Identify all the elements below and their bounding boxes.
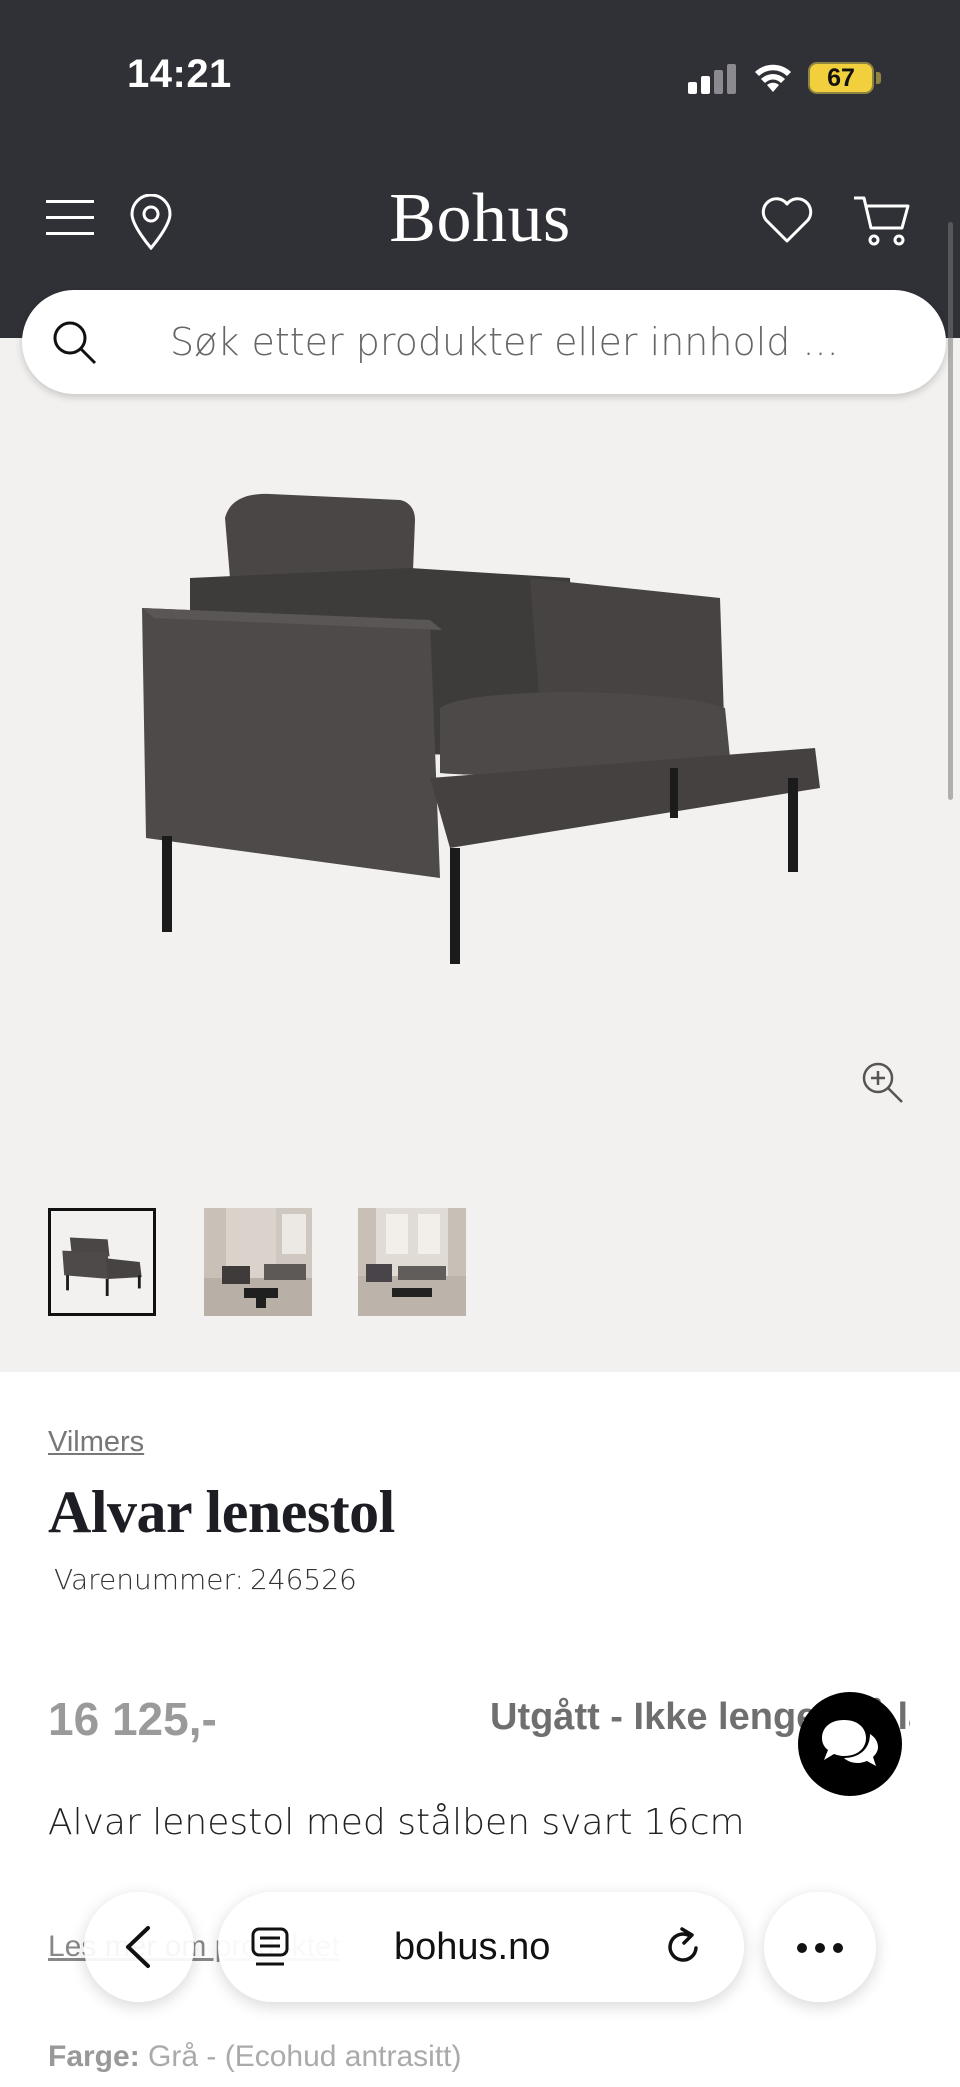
battery-icon: 67 <box>808 62 874 94</box>
search-input[interactable] <box>170 306 910 378</box>
signal-icon <box>688 64 736 94</box>
chevron-left-icon <box>126 1926 150 1968</box>
ellipsis-icon <box>797 1943 843 1953</box>
color-value: Grå - (Ecohud antrasitt) <box>148 2040 462 2073</box>
bohus-logo[interactable]: Bohus <box>378 184 582 254</box>
thumbnail-livingroom-1[interactable] <box>204 1208 312 1316</box>
color-info: Farge: Grå - (Ecohud antrasitt) <box>48 2040 461 2074</box>
search-icon[interactable] <box>50 318 98 366</box>
color-label: Farge: <box>48 2040 140 2073</box>
menu-icon[interactable] <box>46 198 94 238</box>
chat-icon <box>822 1720 878 1766</box>
sku: Varenummer: 246526 <box>48 1563 357 1596</box>
chat-button[interactable] <box>798 1692 902 1796</box>
location-icon[interactable] <box>128 194 174 250</box>
search-bar[interactable] <box>22 290 946 394</box>
wifi-icon <box>755 64 791 92</box>
thumbnail-livingroom-2[interactable] <box>358 1208 466 1316</box>
browser-url[interactable]: bohus.no <box>394 1926 550 1969</box>
sku-label: Varenummer: <box>54 1563 244 1596</box>
product-gallery <box>0 338 960 1372</box>
battery-level: 67 <box>827 64 855 92</box>
product-image[interactable] <box>110 458 840 1058</box>
thumbnail-armchair[interactable] <box>48 1208 156 1316</box>
reload-icon[interactable] <box>662 1926 704 1968</box>
reader-icon[interactable] <box>250 1926 290 1968</box>
status-time: 14:21 <box>127 52 232 96</box>
heart-icon[interactable] <box>760 196 814 244</box>
sku-value: 246526 <box>249 1563 357 1596</box>
browser-address-bar[interactable]: bohus.no <box>218 1892 744 2002</box>
product-title: Alvar lenestol <box>48 1479 395 1545</box>
browser-more-button[interactable] <box>764 1892 876 2002</box>
brand-link[interactable]: Vilmers <box>48 1426 144 1459</box>
cart-icon[interactable] <box>852 194 912 248</box>
browser-back-button[interactable] <box>84 1892 194 2002</box>
zoom-icon[interactable] <box>858 1058 906 1106</box>
header: 14:21 67 Bohus <box>0 0 960 338</box>
scrollbar[interactable] <box>948 222 953 800</box>
product-price: 16 125,- <box>48 1693 217 1745</box>
battery-tip <box>876 72 881 84</box>
product-description: Alvar lenestol med stålben svart 16cm <box>48 1802 745 1843</box>
